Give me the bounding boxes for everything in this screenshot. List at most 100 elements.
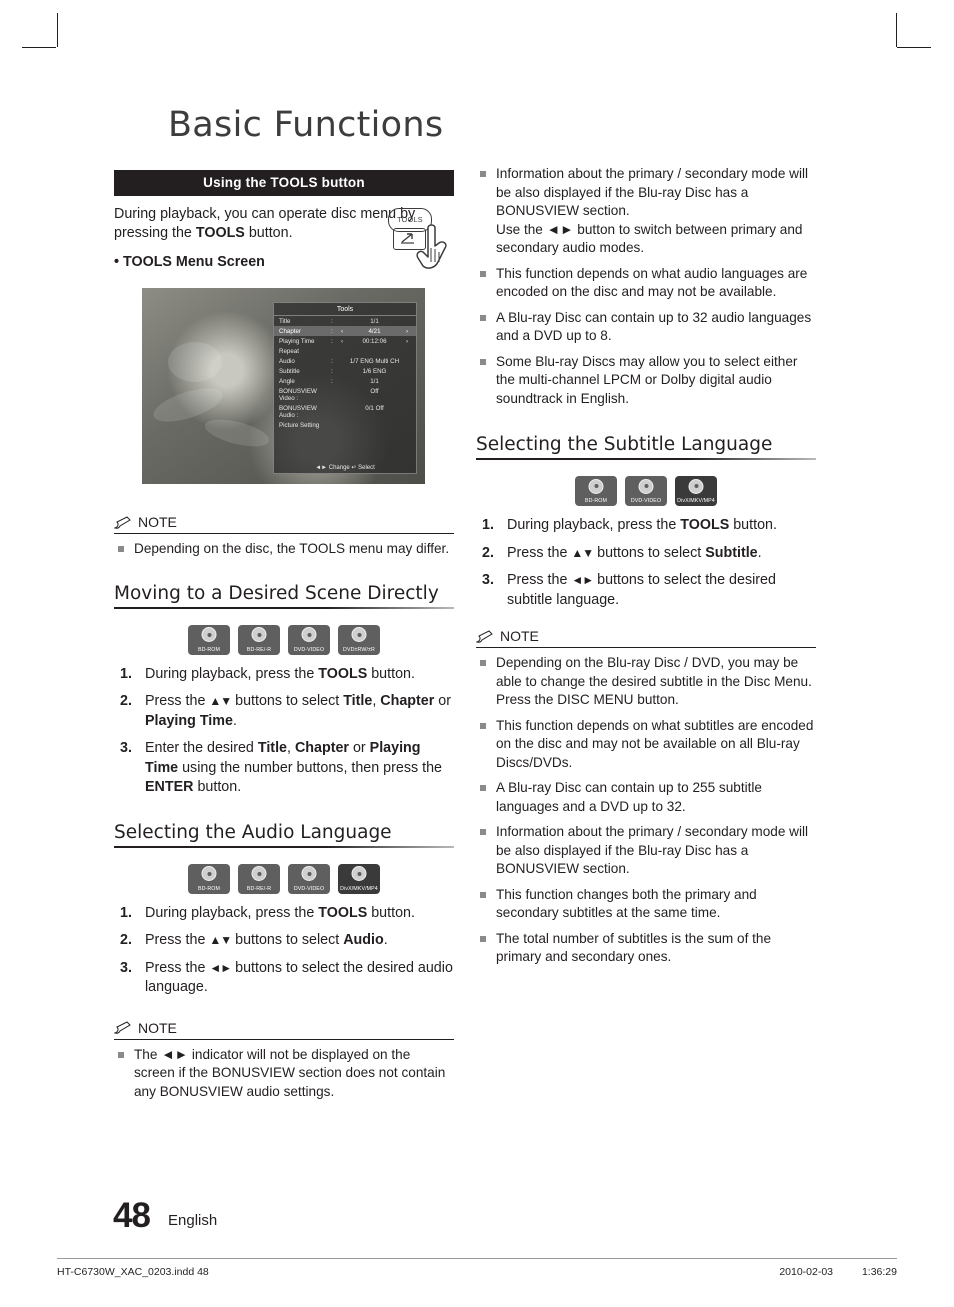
- step-number: 2.: [120, 693, 132, 709]
- note-list-audio-continued: Information about the primary / secondar…: [476, 165, 816, 408]
- disc-badges-subtitle: BD-ROM DVD-VIDEO DivX/MKV/MP4: [476, 476, 816, 506]
- row-value: 1/1: [370, 377, 379, 385]
- note-item: This function changes both the primary a…: [476, 886, 816, 923]
- row-key: Chapter: [279, 327, 302, 335]
- step-number: 3.: [482, 572, 494, 588]
- note-item: Information about the primary / secondar…: [476, 823, 816, 879]
- tools-overlay-row[interactable]: Picture Setting: [274, 420, 416, 430]
- row-key: Title: [279, 317, 291, 325]
- right-arrow-icon[interactable]: ›: [403, 338, 411, 345]
- note-label: NOTE: [500, 628, 539, 644]
- row-value: Off: [370, 387, 379, 395]
- row-key: BONUSVIEW Video :: [279, 387, 317, 402]
- disc-icon: [201, 627, 217, 642]
- row-value: 0/1 Off: [365, 404, 384, 412]
- disc-badge-label: DVD±RW/±R: [343, 646, 375, 653]
- crop-mark: [57, 13, 58, 47]
- pencil-icon: [476, 629, 493, 643]
- note-item: Depending on the Blu-ray Disc / DVD, you…: [476, 654, 816, 710]
- left-arrow-icon[interactable]: ‹: [338, 338, 346, 345]
- step-number: 2.: [482, 544, 494, 561]
- row-value: 4/21: [368, 327, 381, 335]
- step-item: 2. Press the ▲▼ buttons to select Title, …: [120, 693, 452, 729]
- step-item: 1. During playback, press the TOOLS butto…: [114, 665, 454, 685]
- step-number: 3.: [120, 740, 132, 756]
- disc-icon: [301, 627, 317, 642]
- tools-overlay-row[interactable]: Repeat: [274, 346, 416, 356]
- tools-overlay-row[interactable]: Audio: 1/7 ENG Multi CH: [274, 356, 416, 366]
- tools-overlay-row[interactable]: BONUSVIEW Video : Off: [274, 386, 416, 403]
- note-item: The ◄► indicator will not be displayed o…: [114, 1046, 454, 1102]
- step-item: 3. Press the ◄► buttons to select the des…: [120, 959, 453, 996]
- tools-overlay-row[interactable]: Chapter: ‹ 4/21 ›: [274, 326, 416, 336]
- row-key: Angle: [279, 377, 295, 385]
- tools-overlay-row[interactable]: Angle: 1/1: [274, 376, 416, 386]
- crop-mark: [896, 13, 897, 47]
- row-key: Audio: [279, 357, 295, 365]
- pencil-icon: [114, 1021, 131, 1034]
- note-heading: NOTE: [114, 514, 454, 530]
- crop-mark: [897, 47, 931, 48]
- disc-icon: [351, 627, 367, 642]
- disc-badge-label: BD-ROM: [197, 646, 221, 653]
- row-value: 1/7 ENG Multi CH: [349, 357, 400, 365]
- manual-page: Basic Functions Using the TOOLS button D…: [0, 0, 954, 1307]
- note-item: Depending on the disc, the TOOLS menu ma…: [114, 540, 454, 559]
- note-item: This function depends on what audio lang…: [476, 265, 816, 302]
- disc-type-badge: DVD±RW/±R: [338, 624, 380, 655]
- row-value: [346, 422, 403, 429]
- row-key: Playing Time: [279, 337, 315, 345]
- tools-overlay-row[interactable]: BONUSVIEW Audio : 0/1 Off: [274, 403, 416, 420]
- footer-date: 2010-02-03: [779, 1266, 834, 1278]
- disc-badge-label: BD-ROM: [584, 498, 608, 504]
- note-divider: [114, 1038, 454, 1040]
- disc-icon: [588, 478, 604, 494]
- disc-icon: [251, 866, 267, 881]
- disc-icon: [351, 866, 367, 881]
- section-bar-tools: Using the TOOLS button: [114, 170, 454, 196]
- disc-badges-audio: BD-ROM BD-RE/-R DVD-VIDEO DivX/MKV/MP4: [114, 863, 454, 894]
- heading-rule: [476, 458, 816, 460]
- row-colon: [331, 388, 338, 402]
- note-heading: NOTE: [476, 628, 816, 644]
- disc-icon: [688, 478, 704, 494]
- heading-rule: [114, 606, 454, 609]
- page-title: Basic Functions: [168, 105, 444, 145]
- right-column: Information about the primary / secondar…: [476, 165, 816, 974]
- steps-audio: 1. During playback, press the TOOLS butto…: [114, 904, 454, 998]
- steps-subtitle: 1. During playback, press the TOOLS butto…: [476, 516, 816, 610]
- left-arrow-icon[interactable]: ‹: [338, 328, 346, 335]
- row-value: 00:12:06: [362, 337, 387, 345]
- tools-intro-post: button.: [244, 225, 293, 241]
- row-key: Subtitle: [279, 367, 300, 375]
- row-colon: :: [331, 327, 333, 335]
- tools-overlay-menu: Tools Title:1/1 Chapter: ‹ 4/21 › Playing Tim…: [273, 302, 417, 474]
- tools-overlay-title: Tools: [274, 303, 416, 316]
- heading-audio-language: Selecting the Audio Language: [114, 821, 392, 843]
- row-colon: :: [331, 317, 333, 325]
- steps-scene: 1. During playback, press the TOOLS butto…: [114, 665, 454, 798]
- disc-type-badge: BD-ROM: [188, 624, 230, 655]
- step-number: 1.: [120, 665, 132, 682]
- disc-badges-scene: BD-ROM BD-RE/-R DVD-VIDEO DVD±RW/±R: [114, 624, 454, 655]
- disc-type-badge: DVD-VIDEO: [288, 863, 330, 894]
- note-list: The ◄► indicator will not be displayed o…: [114, 1046, 454, 1102]
- disc-type-badge: BD-ROM: [188, 863, 230, 894]
- right-arrow-icon[interactable]: ›: [403, 328, 411, 335]
- tools-overlay-row[interactable]: Subtitle: 1/6 ENG: [274, 366, 416, 376]
- tools-overlay-row[interactable]: Playing Time: ‹ 00:12:06 ›: [274, 336, 416, 346]
- note-block-tools: NOTE Depending on the disc, the TOOLS me…: [114, 514, 454, 559]
- disc-badge-label: BD-ROM: [197, 885, 221, 892]
- row-key: Picture Setting: [279, 421, 320, 429]
- note-item: Some Blu-ray Discs may allow you to sele…: [476, 353, 816, 409]
- step-number: 2.: [120, 932, 132, 948]
- page-number: 48: [113, 1196, 151, 1235]
- tools-overlay-row[interactable]: Title: 1/1: [274, 316, 416, 326]
- tools-overlay-rows: Title: 1/1 Chapter: ‹ 4/21 › Playing Time: ‹ 00:…: [274, 316, 416, 430]
- footer-divider: [57, 1258, 897, 1259]
- tools-overlay-footer: ◄► Change ↵ Select: [315, 465, 375, 471]
- row-colon: [331, 422, 338, 429]
- row-colon: :: [331, 367, 333, 375]
- note-item: A Blu-ray Disc can contain up to 32 audi…: [476, 309, 816, 346]
- note-item: Information about the primary / secondar…: [476, 165, 816, 258]
